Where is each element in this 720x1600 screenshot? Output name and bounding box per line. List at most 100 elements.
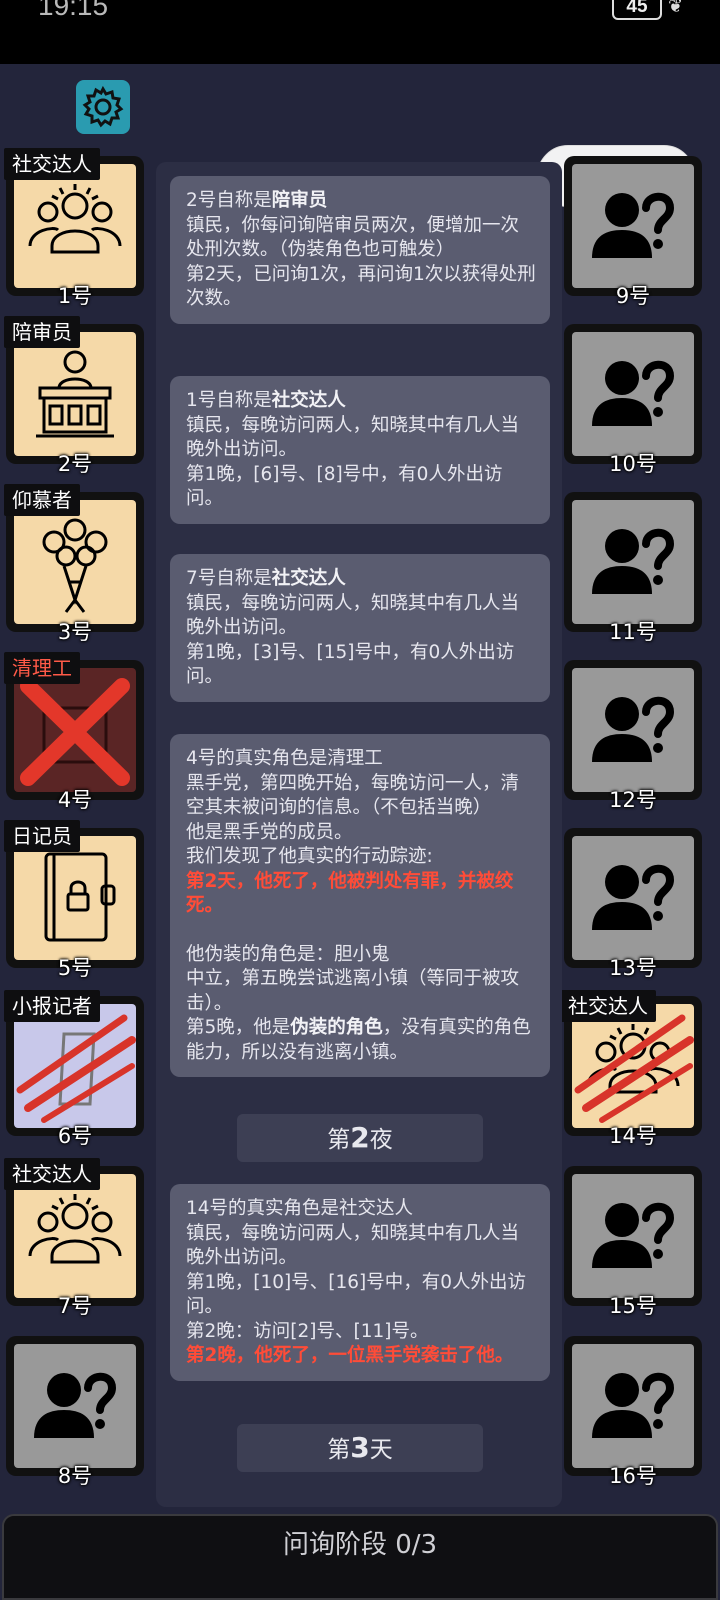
unknown-person-icon xyxy=(572,668,694,792)
card-text: 镇民，每晚访问两人，知晓其中有几人当晚外出访问。 xyxy=(186,592,520,639)
role-tag: 小报记者 xyxy=(4,990,100,1022)
card-text: 第5晚，他是伪装的角色，没有真实的角色能力，所以没有逃离小镇。 xyxy=(186,1017,531,1063)
player-number: 8号 xyxy=(57,1464,93,1488)
player-portrait xyxy=(572,1174,694,1298)
player-number: 9号 xyxy=(615,284,651,308)
card-text: 第1晚，[3]号、[15]号中，有0人外出访问。 xyxy=(186,641,515,688)
card-heading: 14号的真实角色是社交达人 xyxy=(186,1198,414,1219)
log-card-claim: 7号自称是社交达人 镇民，每晚访问两人，知晓其中有几人当晚外出访问。 第1晚，[… xyxy=(170,554,550,702)
role-tag: 清理工 xyxy=(4,652,80,684)
card-heading: 2号自称是陪审员 xyxy=(186,190,328,211)
card-heading: 4号的真实角色是清理工 xyxy=(186,748,383,769)
player-portrait xyxy=(14,332,136,456)
juror-icon xyxy=(14,332,136,456)
log-card-claim: 2号自称是陪审员 镇民，你每问询陪审员两次，便增加一次处刑次数。（伪装角色也可触… xyxy=(170,176,550,324)
death-notice: 第2天，他死了，他被判处有罪，并被绞死。 xyxy=(186,870,514,917)
player-slot-10[interactable]: 10号 xyxy=(564,324,702,476)
player-portrait xyxy=(572,1344,694,1468)
socialite-icon xyxy=(14,1174,136,1298)
phase-divider-day: 第3天 xyxy=(237,1424,483,1472)
role-tag: 社交达人 xyxy=(4,1158,100,1190)
player-portrait xyxy=(14,1344,136,1468)
claw-mark-icon xyxy=(574,1014,694,1123)
player-portrait xyxy=(572,500,694,624)
unknown-person-icon xyxy=(572,836,694,960)
card-text: 中立，第五晚尝试逃离小镇（等同于被攻击）。 xyxy=(186,968,520,1014)
role-tag: 社交达人 xyxy=(560,990,656,1022)
unknown-person-icon xyxy=(572,500,694,624)
log-card-reveal: 4号的真实角色是清理工 黑手党，第四晚开始，每晚访问一人，清空其未被问询的信息。… xyxy=(170,734,550,1077)
player-number: 7号 xyxy=(57,1294,93,1318)
log-card-reveal: 14号的真实角色是社交达人 镇民，每晚访问两人，知晓其中有几人当晚外出访问。 第… xyxy=(170,1184,550,1381)
card-heading: 1号自称是社交达人 xyxy=(186,390,346,411)
player-slot-11[interactable]: 11号 xyxy=(564,492,702,644)
bouquet-icon xyxy=(14,500,136,624)
player-number: 12号 xyxy=(609,788,657,812)
role-tag: 日记员 xyxy=(4,820,80,852)
status-time: 19:15 xyxy=(38,0,109,21)
gear-icon xyxy=(82,85,124,128)
card-text: 第1晚，[6]号、[8]号中，有0人外出访问。 xyxy=(186,463,503,510)
inquiry-phase-bar[interactable]: 问询阶段 0/3 xyxy=(2,1514,718,1600)
card-text: 第1晚，[10]号、[16]号中，有0人外出访问。 xyxy=(186,1271,526,1318)
player-number: 11号 xyxy=(609,620,657,644)
diary-icon xyxy=(14,836,136,960)
card-text: 他伪装的角色是：胆小鬼 xyxy=(186,943,390,965)
unknown-person-icon xyxy=(572,1344,694,1468)
unknown-person-icon xyxy=(572,1174,694,1298)
unknown-person-icon xyxy=(572,164,694,288)
card-text: 镇民，每晚访问两人，知晓其中有几人当晚外出访问。 xyxy=(186,414,520,461)
role-tag: 仰慕者 xyxy=(4,484,80,516)
role-tag: 社交达人 xyxy=(4,148,100,180)
card-text: 他是黑手党的成员。 xyxy=(186,821,353,843)
socialite-icon xyxy=(14,164,136,288)
player-portrait xyxy=(14,836,136,960)
player-number: 16号 xyxy=(609,1464,657,1488)
player-number: 6号 xyxy=(57,1124,93,1148)
card-text: 镇民，你每问询陪审员两次，便增加一次处刑次数。（伪装角色也可触发） xyxy=(186,214,520,261)
unknown-person-icon xyxy=(14,1344,136,1468)
player-number: 13号 xyxy=(609,956,657,980)
player-slot-13[interactable]: 13号 xyxy=(564,828,702,980)
card-text: 第2天，已问询1次，再问询1次以获得处刑次数。 xyxy=(186,263,536,310)
leaf-icon: ❦ xyxy=(668,0,684,17)
player-portrait xyxy=(14,1174,136,1298)
player-portrait xyxy=(572,332,694,456)
player-number: 4号 xyxy=(57,788,93,812)
player-number: 3号 xyxy=(57,620,93,644)
phase-divider-night: 第2夜 xyxy=(237,1114,483,1162)
settings-button[interactable] xyxy=(76,80,130,134)
card-text: 镇民，每晚访问两人，知晓其中有几人当晚外出访问。 xyxy=(186,1222,520,1269)
player-slot-15[interactable]: 15号 xyxy=(564,1166,702,1318)
unknown-person-icon xyxy=(572,332,694,456)
player-number: 14号 xyxy=(609,1124,657,1148)
player-portrait xyxy=(572,836,694,960)
log-card-claim: 1号自称是社交达人 镇民，每晚访问两人，知晓其中有几人当晚外出访问。 第1晚，[… xyxy=(170,376,550,524)
battery-icon: 45 xyxy=(612,0,662,20)
role-tag: 陪审员 xyxy=(4,316,80,348)
player-number: 2号 xyxy=(57,452,93,476)
player-slot-9[interactable]: 9号 xyxy=(564,156,702,308)
player-slot-12[interactable]: 12号 xyxy=(564,660,702,812)
executed-x-icon xyxy=(20,678,130,786)
player-portrait xyxy=(14,668,136,792)
player-number: 10号 xyxy=(609,452,657,476)
player-portrait xyxy=(572,164,694,288)
player-portrait xyxy=(14,1004,136,1128)
card-text: 黑手党，第四晚开始，每晚访问一人，清空其未被问询的信息。（不包括当晚） xyxy=(186,772,520,819)
card-text: 第2晚：访问[2]号、[11]号。 xyxy=(186,1320,429,1342)
claw-mark-icon xyxy=(16,1014,136,1123)
card-heading: 7号自称是社交达人 xyxy=(186,568,346,589)
player-portrait xyxy=(14,500,136,624)
player-number: 5号 xyxy=(57,956,93,980)
player-portrait xyxy=(572,668,694,792)
card-text: 我们发现了他真实的行动踪迹: xyxy=(186,846,433,867)
player-portrait xyxy=(14,164,136,288)
death-notice: 第2晚，他死了，一位黑手党袭击了他。 xyxy=(186,1345,514,1366)
player-portrait xyxy=(572,1004,694,1128)
player-slot-16[interactable]: 16号 xyxy=(564,1336,702,1488)
status-bar: 19:15 45 ❦ xyxy=(0,0,720,64)
player-number: 15号 xyxy=(609,1294,657,1318)
player-slot-8[interactable]: 8号 xyxy=(6,1336,144,1488)
player-number: 1号 xyxy=(57,284,93,308)
